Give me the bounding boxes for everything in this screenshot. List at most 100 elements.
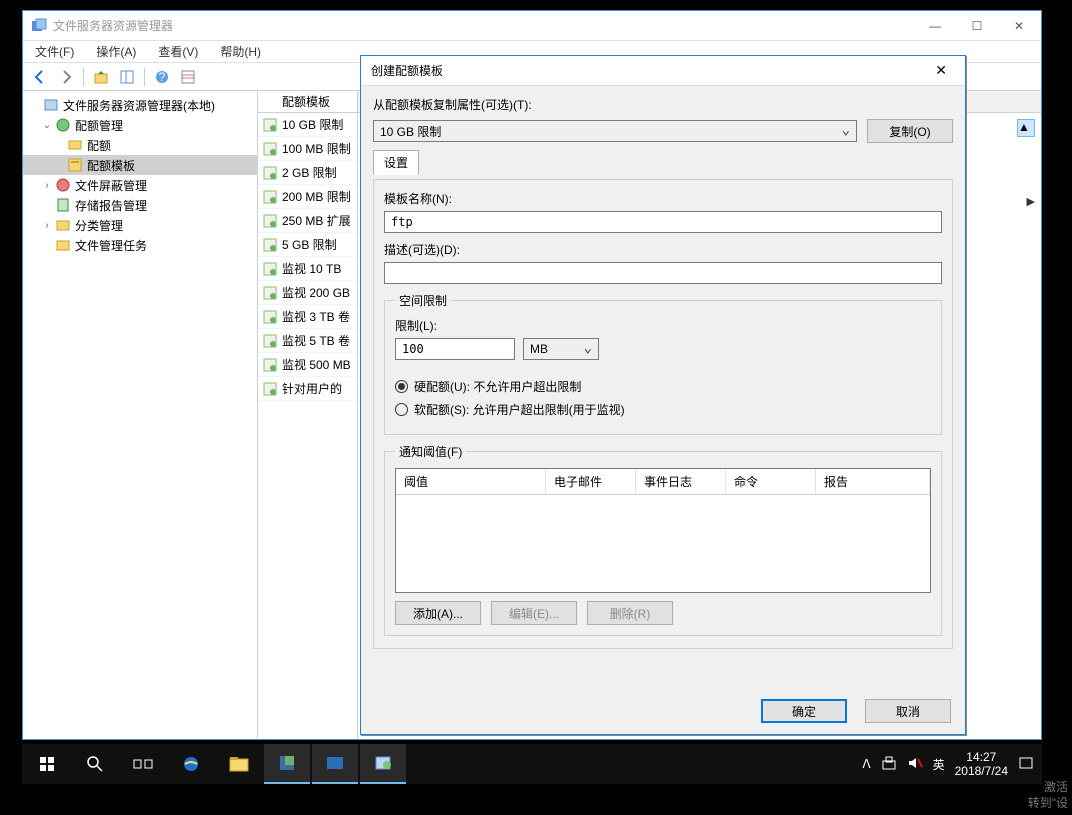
col-report[interactable]: 报告 [816,469,930,494]
template-name-input[interactable] [384,211,942,233]
close-button[interactable]: ✕ [1005,16,1033,36]
menu-view[interactable]: 查看(V) [152,41,204,62]
dialog-title: 创建配额模板 [371,62,927,79]
list-item[interactable]: 监视 5 TB 卷 [258,329,357,353]
list-item[interactable]: 2 GB 限制 [258,161,357,185]
chevron-down-icon[interactable]: ⌄ [41,120,53,131]
tree-panel[interactable]: 文件服务器资源管理器(本地) ⌄ 配额管理 配额 配额模板 › 文件屏蔽管理 [23,91,258,739]
properties-button[interactable] [177,66,199,88]
up-button[interactable] [90,66,112,88]
tree-class-mgmt[interactable]: › 分类管理 [23,215,257,235]
threshold-table[interactable]: 阈值 电子邮件 事件日志 命令 报告 [395,468,931,593]
limit-input[interactable] [395,338,515,360]
forward-button[interactable] [55,66,77,88]
list-item-label: 监视 200 GB [282,284,350,301]
task-icon [55,237,71,253]
list-header[interactable]: 配额模板 [258,91,357,113]
template-list[interactable]: 配额模板 10 GB 限制 100 MB 限制2 GB 限制200 MB 限制25… [258,91,358,739]
copy-from-combo[interactable]: 10 GB 限制 [373,120,857,142]
scroll-right-button[interactable]: ▶ [1027,195,1035,208]
taskbar-app2-icon[interactable] [312,744,358,784]
menu-file[interactable]: 文件(F) [29,41,80,62]
list-item[interactable]: 监视 500 MB [258,353,357,377]
limit-unit-combo[interactable]: MB [523,338,599,360]
radio-soft-icon[interactable] [395,403,408,416]
chevron-right-icon[interactable]: › [41,220,53,231]
radio-hard-icon[interactable] [395,380,408,393]
tree-quota-template[interactable]: 配额模板 [23,155,257,175]
tree-quota-mgmt[interactable]: ⌄ 配额管理 [23,115,257,135]
col-email[interactable]: 电子邮件 [546,469,636,494]
taskbar-server-manager-icon[interactable] [264,744,310,784]
add-threshold-button[interactable]: 添加(A)... [395,601,481,625]
list-item[interactable]: 200 MB 限制 [258,185,357,209]
taskbar-fsrm-icon[interactable] [360,744,406,784]
col-eventlog[interactable]: 事件日志 [636,469,726,494]
col-threshold[interactable]: 阈值 [396,469,546,494]
watermark-line2: 转到"设 [1028,795,1068,811]
maximize-button[interactable]: ☐ [963,16,991,36]
tree-quota[interactable]: 配额 [23,135,257,155]
description-input[interactable] [384,262,942,284]
cancel-button[interactable]: 取消 [865,699,951,723]
task-view-button[interactable] [120,744,166,784]
list-item[interactable]: 监视 200 GB [258,281,357,305]
watermark-line1: 激活 [1028,779,1068,795]
tree-task-mgmt[interactable]: 文件管理任务 [23,235,257,255]
taskbar[interactable]: ᐱ 英 14:27 2018/7/24 [22,744,1042,784]
minimize-button[interactable]: — [921,16,949,36]
tree-report-mgmt[interactable]: 存储报告管理 [23,195,257,215]
edit-threshold-button: 编辑(E)... [491,601,577,625]
separator [144,68,145,86]
scroll-up-button[interactable]: ▲ [1017,119,1035,137]
tree-label: 文件管理任务 [75,237,147,254]
start-button[interactable] [24,744,70,784]
list-item[interactable]: 监视 3 TB 卷 [258,305,357,329]
taskbar-explorer-icon[interactable] [216,744,262,784]
template-item-icon [262,285,278,301]
taskbar-clock[interactable]: 14:27 2018/7/24 [955,750,1008,778]
tab-settings[interactable]: 设置 [373,150,419,175]
list-item-label: 10 GB 限制 [282,116,343,133]
template-item-icon [262,333,278,349]
col-command[interactable]: 命令 [726,469,816,494]
hard-quota-radio-row[interactable]: 硬配额(U): 不允许用户超出限制 [395,378,931,395]
settings-group: 模板名称(N): 描述(可选)(D): 空间限制 限制(L): MB 硬 [373,179,953,649]
tray-chevron-up-icon[interactable]: ᐱ [862,757,870,771]
server-icon [43,97,59,113]
list-item-label: 监视 5 TB 卷 [282,332,350,349]
template-item-icon [262,141,278,157]
ime-indicator[interactable]: 英 [933,756,945,773]
list-item[interactable]: 监视 10 TB [258,257,357,281]
list-item[interactable]: 10 GB 限制 [258,113,357,137]
menu-help[interactable]: 帮助(H) [214,41,267,62]
svg-text:?: ? [159,70,166,84]
tray-volume-icon[interactable] [907,755,923,774]
quota-icon [55,117,71,133]
notification-icon[interactable] [1018,755,1034,774]
back-button[interactable] [29,66,51,88]
list-item[interactable]: 100 MB 限制 [258,137,357,161]
delete-threshold-button: 删除(R) [587,601,673,625]
tray-network-icon[interactable] [881,755,897,774]
chevron-right-icon[interactable]: › [41,180,53,191]
ok-button[interactable]: 确定 [761,699,847,723]
search-button[interactable] [72,744,118,784]
list-item[interactable]: 250 MB 扩展 [258,209,357,233]
tree-root[interactable]: 文件服务器资源管理器(本地) [23,95,257,115]
taskbar-ie-icon[interactable] [168,744,214,784]
dialog-close-button[interactable]: ✕ [927,60,955,81]
titlebar: 文件服务器资源管理器 — ☐ ✕ [23,11,1041,41]
list-item[interactable]: 5 GB 限制 [258,233,357,257]
copy-button[interactable]: 复制(O) [867,119,953,143]
window-buttons: — ☐ ✕ [921,16,1033,36]
template-item-icon [262,189,278,205]
list-item[interactable]: 针对用户的 [258,377,357,401]
show-hide-button[interactable] [116,66,138,88]
template-item-icon [262,165,278,181]
tree-screen-mgmt[interactable]: › 文件屏蔽管理 [23,175,257,195]
menu-operate[interactable]: 操作(A) [90,41,142,62]
tree-label: 配额模板 [87,157,135,174]
soft-quota-radio-row[interactable]: 软配额(S): 允许用户超出限制(用于监视) [395,401,931,418]
help-button[interactable]: ? [151,66,173,88]
